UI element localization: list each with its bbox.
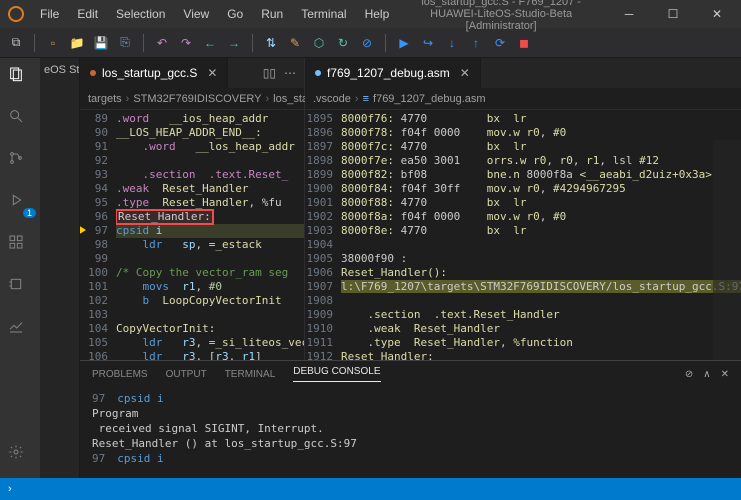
menu-go[interactable]: Go: [219, 3, 251, 25]
panel-tabs: PROBLEMS OUTPUT TERMINAL DEBUG CONSOLE ⊘…: [80, 361, 741, 387]
menu-help[interactable]: Help: [357, 3, 398, 25]
forward-icon[interactable]: →: [224, 33, 244, 53]
modified-dot-icon: [90, 70, 96, 76]
sidebar-header: eOS Studio: [40, 58, 79, 82]
close-panel-icon[interactable]: ✕: [721, 369, 729, 380]
settings2-icon[interactable]: ⇅: [261, 33, 281, 53]
stop-icon[interactable]: ◼: [514, 33, 534, 53]
redo-icon[interactable]: ↷: [176, 33, 196, 53]
close-tab-icon[interactable]: ✕: [207, 66, 217, 80]
titlebar: File Edit Selection View Go Run Terminal…: [0, 0, 741, 28]
open-folder-icon[interactable]: 📁: [67, 33, 87, 53]
code-editor-left[interactable]: 8990919293949596979899100101102103104105…: [80, 110, 304, 360]
stop-build-icon[interactable]: ⊘: [357, 33, 377, 53]
editor-pane-left: los_startup_gcc.S ✕ ▯▯ ⋯ targets› STM32F…: [80, 58, 305, 360]
menu-view[interactable]: View: [175, 3, 217, 25]
analytics-icon[interactable]: [8, 318, 32, 342]
menu-selection[interactable]: Selection: [108, 3, 173, 25]
menu-edit[interactable]: Edit: [69, 3, 106, 25]
editor-pane-right: f769_1207_debug.asm ✕ .vscode› ≡ f769_12…: [305, 58, 741, 360]
more-icon[interactable]: ⋯: [284, 66, 296, 80]
maximize-button[interactable]: ☐: [657, 7, 689, 21]
save-icon[interactable]: 💾: [91, 33, 111, 53]
tab-los-startup[interactable]: los_startup_gcc.S ✕: [80, 58, 228, 88]
toolbar: ⧉ ▫ 📁 💾 ⎘ ↶ ↷ ← → ⇅ ✎ ⬡ ↻ ⊘ ▶ ↪ ↓ ↑ ⟳ ◼: [0, 28, 741, 58]
close-button[interactable]: ✕: [701, 7, 733, 21]
step-over-icon[interactable]: ↪: [418, 33, 438, 53]
copy-icon[interactable]: ⧉: [6, 33, 26, 53]
build-icon[interactable]: ⬡: [309, 33, 329, 53]
extensions-icon[interactable]: [8, 234, 32, 258]
new-file-icon[interactable]: ▫: [43, 33, 63, 53]
tab-bar-left: los_startup_gcc.S ✕ ▯▯ ⋯: [80, 58, 304, 88]
tab-label: f769_1207_debug.asm: [327, 66, 450, 80]
minimize-button[interactable]: ─: [613, 7, 645, 21]
tab-debug-asm[interactable]: f769_1207_debug.asm ✕: [305, 58, 481, 88]
menu-file[interactable]: File: [32, 3, 67, 25]
step-out-icon[interactable]: ↑: [466, 33, 486, 53]
continue-icon[interactable]: ▶: [394, 33, 414, 53]
settings-icon[interactable]: [8, 444, 32, 468]
panel-tab-problems[interactable]: PROBLEMS: [92, 369, 148, 380]
debug-icon[interactable]: 1: [8, 192, 32, 216]
clear-icon[interactable]: ⊘: [685, 369, 693, 380]
window-controls: ─ ☐ ✕: [613, 7, 733, 21]
app-logo: [8, 6, 24, 22]
expand-icon[interactable]: ∧: [703, 369, 710, 380]
menu-run[interactable]: Run: [253, 3, 291, 25]
restart-icon[interactable]: ⟳: [490, 33, 510, 53]
code-editor-right[interactable]: 1895189618971898189919001901190219031904…: [305, 110, 741, 360]
explorer-icon[interactable]: [8, 66, 32, 90]
rebuild-icon[interactable]: ↻: [333, 33, 353, 53]
bottom-panel: PROBLEMS OUTPUT TERMINAL DEBUG CONSOLE ⊘…: [80, 360, 741, 478]
panel-tab-debug-console[interactable]: DEBUG CONSOLE: [293, 366, 380, 382]
minimap[interactable]: [713, 140, 741, 360]
window-title: los_startup_gcc.S - F769_1207 - HUAWEI-L…: [397, 0, 605, 32]
back-icon[interactable]: ←: [200, 33, 220, 53]
split-icon[interactable]: ▯▯: [263, 66, 276, 80]
source-control-icon[interactable]: [8, 150, 32, 174]
debug-console-output[interactable]: 97cpsid iProgram received signal SIGINT,…: [80, 387, 741, 478]
step-into-icon[interactable]: ↓: [442, 33, 462, 53]
panel-tab-output[interactable]: OUTPUT: [166, 369, 207, 380]
file-dot-icon: [315, 70, 321, 76]
sidebar: eOS Studio: [40, 58, 80, 478]
breadcrumb-right[interactable]: .vscode› ≡ f769_1207_debug.asm: [305, 88, 741, 110]
statusbar: ›: [0, 478, 741, 500]
save-all-icon[interactable]: ⎘: [115, 33, 135, 53]
close-tab-icon[interactable]: ✕: [460, 66, 470, 80]
status-chevron-icon[interactable]: ›: [8, 483, 12, 495]
search-icon[interactable]: [8, 108, 32, 132]
breadcrumb-left[interactable]: targets› STM32F769IDISCOVERY› los_startu…: [80, 88, 304, 110]
menubar: File Edit Selection View Go Run Terminal…: [32, 3, 397, 25]
board-icon[interactable]: [8, 276, 32, 300]
tab-bar-right: f769_1207_debug.asm ✕: [305, 58, 741, 88]
clean-icon[interactable]: ✎: [285, 33, 305, 53]
undo-icon[interactable]: ↶: [152, 33, 172, 53]
panel-tab-terminal[interactable]: TERMINAL: [225, 369, 276, 380]
tab-label: los_startup_gcc.S: [102, 66, 197, 80]
menu-terminal[interactable]: Terminal: [293, 3, 354, 25]
activitybar: 1: [0, 58, 40, 478]
